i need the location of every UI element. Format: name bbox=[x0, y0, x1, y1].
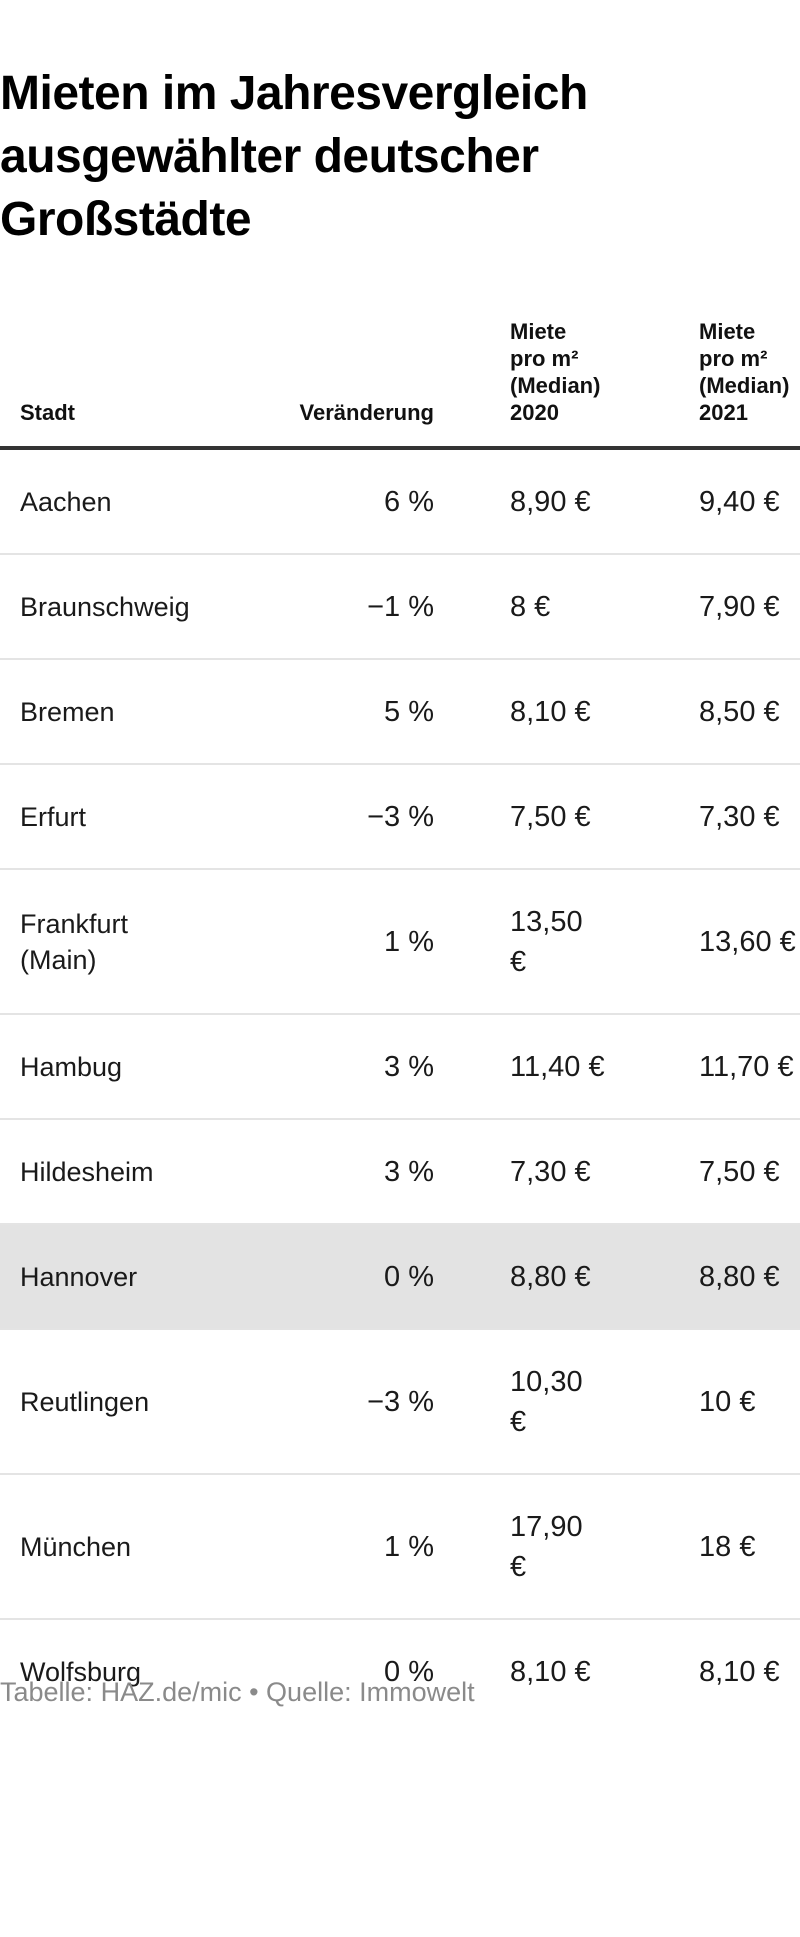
table-page: Mieten im Jahresvergleich ausgewählter d… bbox=[0, 0, 800, 1937]
rent-table: Stadt Veränderung Miete pro m² (Median) … bbox=[0, 300, 800, 1723]
cell-stadt: Frankfurt (Main) bbox=[0, 869, 250, 1015]
table-body: Aachen 6 % 8,90 €9,40 € Braunschweig −1 % 8 €… bbox=[0, 448, 800, 1723]
page-title: Mieten im Jahresvergleich ausgewählter d… bbox=[0, 67, 588, 246]
cell-rent-2020: 7,30 € bbox=[440, 1119, 624, 1225]
header-row: Stadt Veränderung Miete pro m² (Median) … bbox=[0, 300, 800, 450]
cell-stadt: Bremen bbox=[0, 659, 250, 765]
cell-stadt: Braunschweig bbox=[0, 554, 250, 660]
table-row: Erfurt −3 % 7,50 €7,30 € bbox=[0, 764, 800, 870]
cell-rent-2020: 8,80 € bbox=[440, 1224, 624, 1330]
cell-rent-2021: 18 € bbox=[624, 1474, 800, 1620]
cell-rent-2021: 13,60 € bbox=[624, 869, 800, 1015]
cell-change: −3 % bbox=[250, 1329, 440, 1475]
column-header-stadt[interactable]: Stadt bbox=[0, 300, 250, 450]
cell-rent-2020: 11,40 € bbox=[440, 1014, 624, 1120]
table-row: Hannover 0 % 8,80 €8,80 € bbox=[0, 1224, 800, 1330]
cell-stadt: Erfurt bbox=[0, 764, 250, 870]
cell-change: 1 % bbox=[250, 869, 440, 1015]
header-line: Miete bbox=[699, 319, 756, 344]
cell-stadt: Hildesheim bbox=[0, 1119, 250, 1225]
cell-stadt: Hannover bbox=[0, 1224, 250, 1330]
table-row: Frankfurt (Main) 1 % 13,50 €13,60 € bbox=[0, 869, 800, 1015]
header-line: 2021 bbox=[699, 400, 748, 425]
cell-change: 5 % bbox=[250, 659, 440, 765]
header-line: (Median) bbox=[699, 373, 790, 398]
cell-rent-2020: 7,50 € bbox=[440, 764, 624, 870]
cell-rent-2021: 10 € bbox=[624, 1329, 800, 1475]
cell-rent-2020: 8 € bbox=[440, 554, 624, 660]
header-line: (Median) bbox=[510, 373, 601, 398]
cell-rent-2020: 13,50 € bbox=[440, 869, 624, 1015]
header-line: Miete bbox=[510, 319, 567, 344]
table-row: Bremen 5 % 8,10 €8,50 € bbox=[0, 659, 800, 765]
header-line: pro m² bbox=[699, 346, 768, 371]
table-row: Hildesheim 3 % 7,30 €7,50 € bbox=[0, 1119, 800, 1225]
column-header-change[interactable]: Veränderung bbox=[250, 300, 440, 450]
cell-rent-2020: 17,90 € bbox=[440, 1474, 624, 1620]
cell-change: −3 % bbox=[250, 764, 440, 870]
table-row: München 1 % 17,90 €18 € bbox=[0, 1474, 800, 1620]
column-header-rent-2021[interactable]: Miete pro m² (Median) 2021 bbox=[624, 300, 800, 450]
cell-rent-2021: 8,10 € bbox=[699, 1656, 780, 1688]
cell-stadt: München bbox=[0, 1474, 250, 1620]
cell-stadt: Reutlingen bbox=[0, 1329, 250, 1475]
cell-rent-2020: 10,30 € bbox=[440, 1329, 624, 1475]
table-row: Aachen 6 % 8,90 €9,40 € bbox=[0, 448, 800, 555]
cell-rent-2021: 7,90 € bbox=[624, 554, 800, 660]
cell-change: 6 % bbox=[250, 448, 440, 555]
header-line: pro m² bbox=[510, 346, 579, 371]
cell-rent-2021: 11,70 € bbox=[624, 1014, 800, 1120]
table-row: Reutlingen −3 % 10,30 €10 € bbox=[0, 1329, 800, 1475]
cell-change: 3 % bbox=[250, 1119, 440, 1225]
cell-rent-2021: 8,50 € bbox=[624, 659, 800, 765]
cell-change: 3 % bbox=[250, 1014, 440, 1120]
table-row: Hambug 3 % 11,40 €11,70 € bbox=[0, 1014, 800, 1120]
cell-rent-2020: 8,90 € bbox=[440, 448, 624, 555]
table-row: Braunschweig −1 % 8 €7,90 € bbox=[0, 554, 800, 660]
cell-rent-2021: 9,40 € bbox=[624, 448, 800, 555]
cell-change: −1 % bbox=[250, 554, 440, 660]
cell-change: 1 % bbox=[250, 1474, 440, 1620]
cell-rent-2020: 8,10 € bbox=[440, 659, 624, 765]
cell-change: 0 % bbox=[250, 1224, 440, 1330]
column-header-rent-2020[interactable]: Miete pro m² (Median) 2020 bbox=[440, 300, 624, 450]
table-header: Stadt Veränderung Miete pro m² (Median) … bbox=[0, 300, 800, 450]
cell-stadt: Aachen bbox=[0, 448, 250, 555]
cell-stadt: Hambug bbox=[0, 1014, 250, 1120]
cell-rent-2021: 8,80 € bbox=[624, 1224, 800, 1330]
cell-rent-2021: 7,50 € bbox=[624, 1119, 800, 1225]
source-footer: Tabelle: HAZ.de/mic • Quelle: Immowelt bbox=[0, 1677, 475, 1707]
header-line: 2020 bbox=[510, 400, 559, 425]
cell-rent-2021: 7,30 € bbox=[624, 764, 800, 870]
